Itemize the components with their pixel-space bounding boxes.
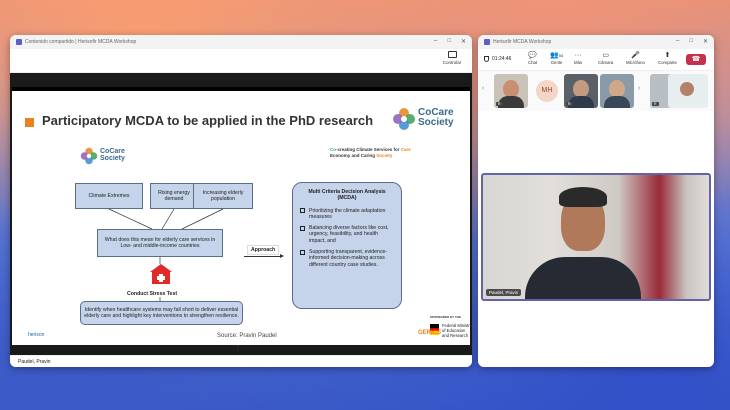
page-number: 7 [236,345,240,352]
gallery-prev-icon[interactable]: ‹ [482,85,484,92]
approach-label: Approach [247,245,280,255]
meeting-timer: 01:24:46 [484,56,511,62]
more-button[interactable]: ··· Más [574,51,582,65]
elderly-population-box: Increasing elderly population [193,183,253,209]
shared-by-name: Paudel, Pravin [10,355,472,367]
maximize-button[interactable]: □ [689,38,693,45]
participant-gallery: ‹ R MH R › R [478,71,714,111]
camera-button[interactable]: ▭ Cámara [598,51,613,65]
energy-demand-box: Rising energy demand [150,183,198,209]
right-titlebar[interactable]: Herisofir MCDA Workshop – □ ✕ [478,35,714,49]
speaker-hair [559,187,607,207]
raise-hand-badge: R [566,102,573,106]
control-button[interactable]: Controlar [440,51,464,65]
hospital-icon [150,264,172,284]
left-titlebar[interactable]: Contenido compartido | Herisofir MCDA Wo… [10,35,472,49]
checkbox-icon [300,225,305,231]
right-window-title: Herisofir MCDA Workshop [493,39,552,45]
checkbox-icon [300,208,305,214]
mcda-header: Multi Criteria Decision Analysis (MCDA) [308,189,386,202]
cocreate-tagline: Co-creating Climate Services for Care Ec… [330,147,411,158]
slide-top-bar [12,87,470,91]
question-box: What does this mean for elderly care ser… [97,229,223,257]
mcda-item: Supporting transparent, evidence-informe… [300,249,394,268]
mic-icon: 🎤 [631,52,640,59]
mcda-box: Multi Criteria Decision Analysis (MCDA) … [292,182,402,309]
more-icon: ··· [574,52,582,59]
logo-line2: Society [418,117,454,128]
mic-button[interactable]: 🎤 Micrófono [626,51,645,65]
camera-icon: ▭ [602,52,609,59]
participant-tile[interactable] [668,74,708,108]
climate-extremes-box: Climate Extremes [75,183,143,209]
slide-title: Participatory MCDA to be applied in the … [42,113,374,128]
speaker-name-tag: Paudel, Pravin [486,289,522,296]
shield-icon [484,56,489,62]
participant-tile[interactable]: R [494,74,528,108]
left-toolbar: Controlar [10,49,472,73]
cocare-flower-icon [80,147,98,165]
teams-app-icon [16,39,22,45]
identify-box: Identify when healthcare systems may fal… [80,301,243,325]
control-icon [447,51,457,58]
logo-small-line2: Society [100,155,125,162]
chat-icon: 💬 [528,52,537,59]
meeting-window: Herisofir MCDA Workshop – □ ✕ 01:24:46 💬… [478,35,714,367]
mcda-item: Balancing diverse factors like cost, urg… [300,225,394,244]
participant-tile[interactable]: R [564,74,598,108]
left-window-title: Contenido compartido | Herisofir MCDA Wo… [25,39,137,45]
gallery-next-icon[interactable]: › [638,85,640,92]
raise-hand-badge: R [496,102,503,106]
approach-arrow-icon [244,254,284,258]
chat-button[interactable]: 💬 Chat [528,51,537,65]
raise-hand-badge: R [652,102,659,106]
close-button[interactable]: ✕ [461,38,466,45]
minimize-button[interactable]: – [676,38,679,45]
gerics-logo: GERICS [418,330,442,336]
title-bullet-square [25,118,34,127]
logo-small-line1: CoCare [100,148,125,155]
conduct-stress-test-label: Conduct Stress Test [127,291,178,297]
control-label: Controlar [442,60,462,65]
checkbox-icon [300,249,305,255]
share-icon: ⬆ [664,52,671,59]
presentation-slide: Participatory MCDA to be applied in the … [12,87,472,352]
slide-frame: Participatory MCDA to be applied in the … [10,73,472,355]
herison-logo: herison [28,332,45,338]
people-button[interactable]: 👥54 Gente [550,51,563,65]
mcda-item: Prioritizing the climate adaptation meas… [300,208,394,221]
speaker-body [525,257,641,299]
sponsored-label: SPONSORED BY THE [430,315,461,319]
participant-tile[interactable] [600,74,634,108]
cocare-society-logo-small: CoCare Society [80,145,140,169]
shared-content-window: Contenido compartido | Herisofir MCDA Wo… [10,35,472,367]
maximize-button[interactable]: □ [447,38,451,45]
cocare-society-logo: CoCare Society [392,105,464,137]
people-icon: 👥54 [550,52,564,59]
minimize-button[interactable]: – [434,38,437,45]
source-label: Source: Pravin Paudel [217,333,277,339]
share-button[interactable]: ⬆ Comparte [658,51,677,65]
teams-app-icon [484,39,490,45]
active-speaker-video[interactable]: Paudel, Pravin [481,173,711,301]
leave-call-button[interactable]: ☎ [686,54,706,65]
cocare-flower-icon [393,108,415,130]
participant-avatar[interactable]: MH [536,80,558,102]
close-button[interactable]: ✕ [703,38,708,45]
meeting-toolbar: 01:24:46 💬 Chat 👥54 Gente ··· Más ▭ Cáma… [478,49,714,71]
